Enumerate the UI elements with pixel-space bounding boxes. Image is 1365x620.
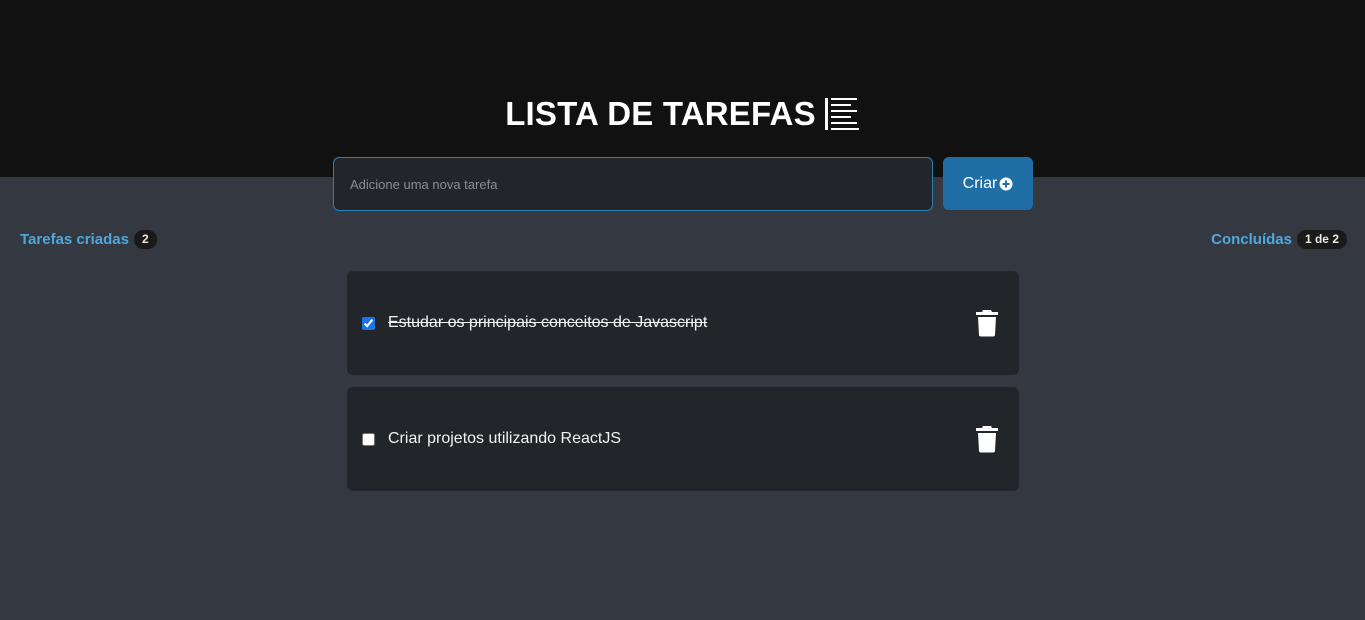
create-button[interactable]: Criar [943,157,1033,210]
task-checkbox[interactable] [362,432,375,446]
done-counter: Concluídas 1 de 2 [1211,230,1347,249]
delete-task-button[interactable] [975,425,999,453]
created-count-badge: 2 [133,230,157,249]
title-area: LISTA DE TAREFAS [0,95,1365,133]
new-task-input[interactable] [333,157,933,211]
task-checkbox[interactable] [362,316,375,330]
create-button-label: Criar [962,174,998,192]
task-text: Criar projetos utilizando ReactJS [388,430,621,447]
done-label: Concluídas [1211,231,1292,248]
task-item: Criar projetos utilizando ReactJS [347,387,1019,491]
trash-icon [976,310,998,337]
created-counter: Tarefas criadas 2 [20,230,157,249]
done-count-badge: 1 de 2 [1296,230,1347,249]
task-item: Estudar os principais conceitos de Javas… [347,271,1019,375]
plus-circle-icon [999,177,1013,190]
header [0,0,1365,177]
delete-task-button[interactable] [975,309,999,337]
created-label: Tarefas criadas [20,231,129,248]
trash-icon [976,426,998,453]
task-list: Estudar os principais conceitos de Javas… [347,271,1019,503]
list-icon [824,98,859,130]
task-text: Estudar os principais conceitos de Javas… [388,314,708,331]
page-title: LISTA DE TAREFAS [505,95,816,132]
